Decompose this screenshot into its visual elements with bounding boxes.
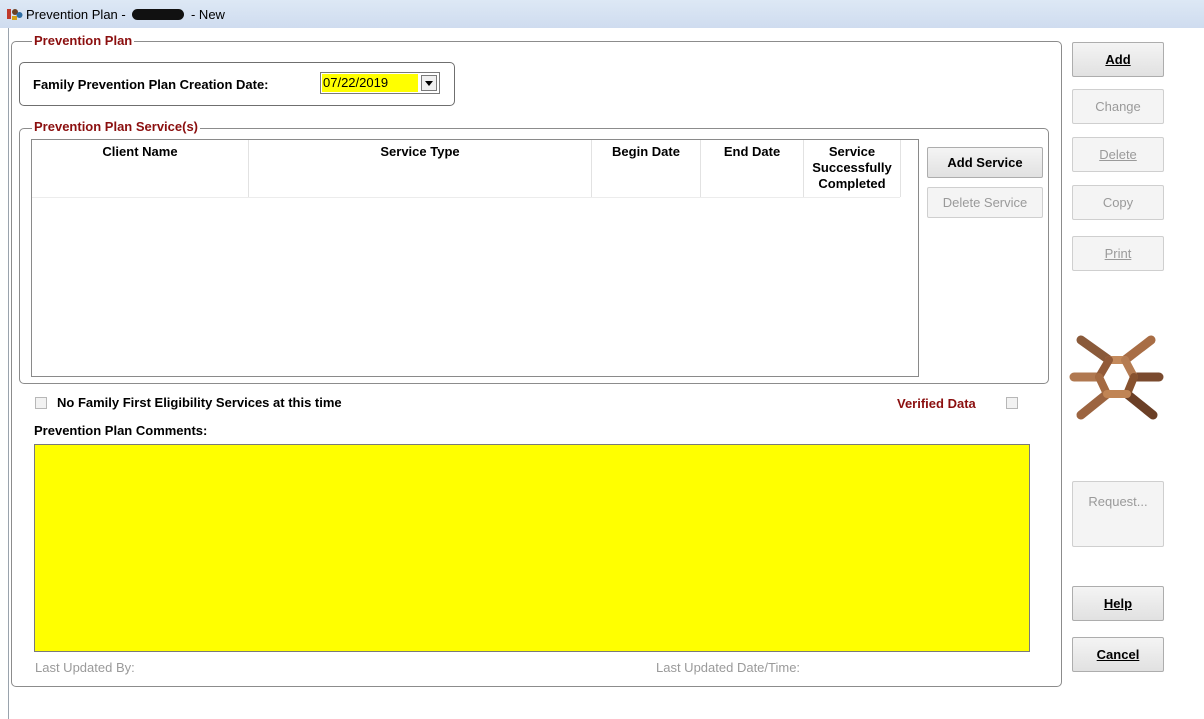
comments-label: Prevention Plan Comments: (34, 423, 208, 438)
column-header-begin-date[interactable]: Begin Date (592, 140, 700, 197)
help-button-label: Help (1103, 596, 1133, 611)
cancel-button[interactable]: Cancel (1072, 637, 1164, 672)
change-button-label: Change (1095, 99, 1141, 114)
redacted-name (132, 8, 185, 20)
request-button[interactable]: Request... (1072, 481, 1164, 547)
window-titlebar: Prevention Plan - - New (0, 0, 1204, 28)
creation-date-value[interactable]: 07/22/2019 (322, 74, 418, 92)
last-updated-by-label: Last Updated By: (35, 660, 135, 675)
column-separator (900, 140, 901, 197)
verified-data-checkbox[interactable] (1006, 397, 1018, 409)
services-group-title: Prevention Plan Service(s) (32, 119, 201, 134)
print-button[interactable]: Print (1072, 236, 1164, 271)
window-title: Prevention Plan - - New (26, 7, 225, 22)
change-button[interactable]: Change (1072, 89, 1164, 124)
creation-date-picker[interactable]: 07/22/2019 (320, 72, 440, 94)
add-button[interactable]: Add (1072, 42, 1164, 77)
dropdown-arrow-icon (425, 80, 433, 86)
prevention-plan-group-title: Prevention Plan (32, 33, 135, 48)
column-header-client-name[interactable]: Client Name (32, 140, 248, 197)
copy-button[interactable]: Copy (1072, 185, 1164, 220)
column-header-end-date[interactable]: End Date (701, 140, 803, 197)
delete-button[interactable]: Delete (1072, 137, 1164, 172)
help-button[interactable]: Help (1072, 586, 1164, 621)
window-border (8, 28, 9, 719)
column-header-service-completed[interactable]: Service Successfully Completed (804, 140, 900, 197)
no-family-first-checkbox[interactable] (35, 397, 47, 409)
cancel-button-label: Cancel (1096, 647, 1140, 662)
column-header-service-type[interactable]: Service Type (249, 140, 591, 197)
copy-button-label: Copy (1102, 195, 1134, 210)
linked-hands-logo (1069, 335, 1164, 420)
print-button-label: Print (1104, 246, 1132, 261)
last-updated-datetime-label: Last Updated Date/Time: (656, 660, 801, 675)
add-service-button[interactable]: Add Service (927, 147, 1043, 178)
comments-textarea[interactable] (34, 444, 1030, 652)
no-family-first-label: No Family First Eligibility Services at … (57, 395, 342, 410)
services-table[interactable]: Client Name Service Type Begin Date End … (31, 139, 919, 377)
delete-button-label: Delete (1099, 147, 1137, 162)
add-button-label: Add (1105, 52, 1131, 67)
app-icon (7, 9, 23, 20)
creation-date-label: Family Prevention Plan Creation Date: (33, 77, 269, 92)
delete-service-button[interactable]: Delete Service (927, 187, 1043, 218)
window-title-suffix: - New (190, 6, 225, 22)
window-title-prefix: Prevention Plan - (26, 6, 126, 22)
table-header-divider (32, 197, 900, 198)
verified-data-label: Verified Data (897, 396, 976, 411)
creation-date-dropdown-button[interactable] (421, 75, 437, 91)
